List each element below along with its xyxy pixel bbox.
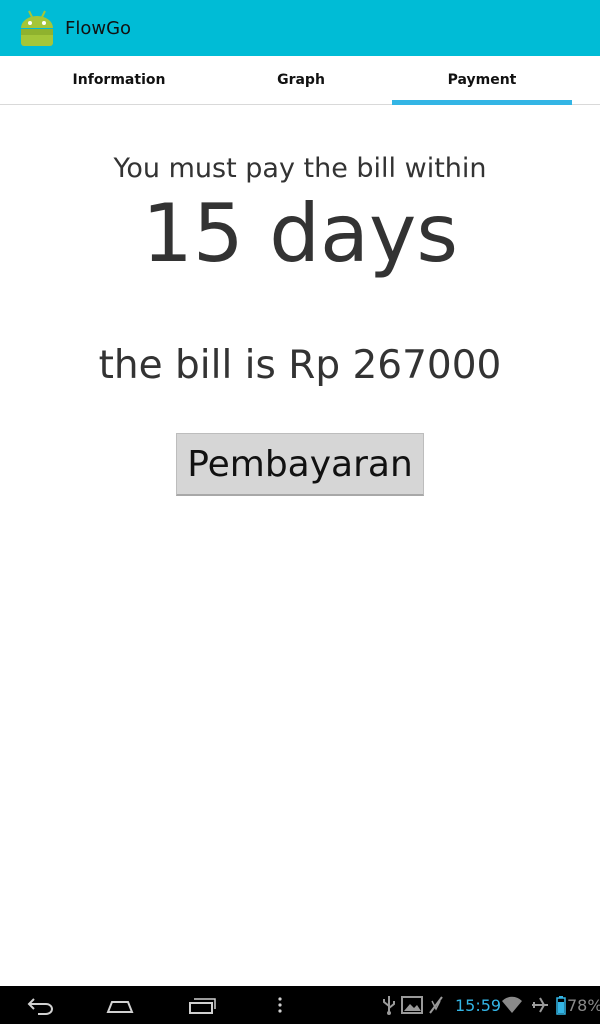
tab-graph[interactable]: Graph [210, 56, 392, 104]
action-bar: FlowGo [0, 0, 600, 56]
android-robot-icon[interactable] [17, 8, 57, 48]
no-sync-icon [428, 986, 444, 1024]
airplane-icon [530, 986, 550, 1024]
battery-icon [556, 986, 566, 1024]
payment-notice: You must pay the bill within [113, 153, 487, 184]
gallery-icon [401, 986, 423, 1024]
tab-label: Graph [277, 72, 325, 88]
usb-icon [380, 986, 398, 1024]
payment-content: You must pay the bill within 15 days the… [0, 105, 600, 985]
battery-percent: 78% [567, 995, 600, 1015]
tab-information[interactable]: Information [28, 56, 210, 104]
home-icon[interactable] [103, 992, 137, 1018]
pembayaran-button[interactable]: Pembayaran [176, 433, 424, 496]
tab-label: Information [72, 72, 166, 88]
recent-apps-icon[interactable] [184, 992, 218, 1018]
menu-icon[interactable] [272, 992, 288, 1018]
status-time: 15:59 [455, 995, 502, 1015]
wifi-icon [501, 986, 523, 1024]
bill-amount: the bill is Rp 267000 [98, 343, 502, 388]
back-icon[interactable] [24, 992, 58, 1018]
tab-label: Payment [447, 72, 517, 88]
payment-days: 15 days [141, 187, 459, 280]
tab-bar: Information Graph Payment [0, 56, 600, 105]
app-title: FlowGo [65, 17, 132, 39]
system-navigation-bar: 15:59 78% [0, 986, 600, 1024]
tab-payment[interactable]: Payment [392, 56, 572, 105]
